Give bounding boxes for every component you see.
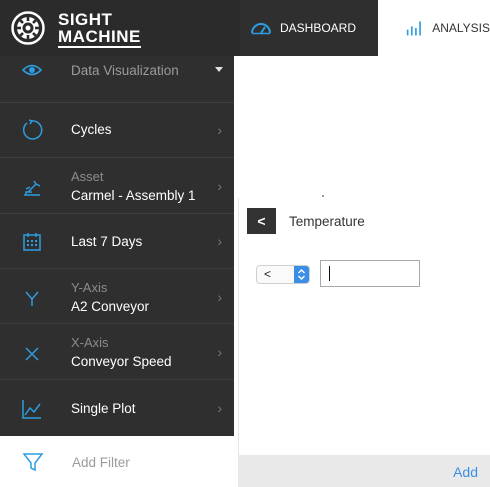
sidebar: Data Visualization Cycles › Asset Carmel… (0, 56, 234, 436)
add-filter-label: Add Filter (72, 455, 130, 470)
sidebar-item-sublabel: Y-Axis (71, 280, 108, 295)
eye-icon (21, 64, 43, 76)
cycle-icon (22, 119, 43, 140)
sidebar-item-label: Conveyor Speed (71, 354, 172, 369)
data-visualization-dropdown[interactable]: Data Visualization (0, 56, 234, 84)
app: SIGHT MACHINE DASHBOARD ANALYSIS Data Vi… (0, 0, 490, 487)
chevron-right-icon: › (217, 233, 222, 249)
sidebar-item-label: Cycles (71, 122, 112, 137)
y-axis-icon (25, 291, 39, 306)
chevron-right-icon: › (217, 178, 222, 194)
divider-dot (322, 195, 324, 197)
add-filter-button[interactable]: Add Filter (0, 436, 238, 487)
sidebar-item-y-axis[interactable]: Y-Axis A2 Conveyor › (0, 268, 234, 323)
select-stepper-icon (294, 266, 309, 283)
sidebar-item-label: Last 7 Days (71, 234, 143, 249)
sidebar-item-x-axis[interactable]: X-Axis Conveyor Speed › (0, 323, 234, 379)
bar-chart-icon (406, 21, 421, 36)
chevron-right-icon: › (217, 344, 222, 360)
top-bar: SIGHT MACHINE DASHBOARD ANALYSIS (0, 0, 490, 56)
chevron-down-icon (215, 67, 223, 72)
robot-arm-icon (24, 180, 41, 196)
chevron-right-icon: › (217, 122, 222, 138)
panel-title: Temperature (289, 214, 365, 229)
chevron-right-icon: › (217, 400, 222, 416)
sight-machine-logo-icon (11, 11, 45, 45)
funnel-icon (22, 453, 44, 472)
nav-analysis[interactable]: ANALYSIS (378, 0, 490, 56)
sidebar-item-plot-type[interactable]: Single Plot › (0, 379, 234, 436)
sidebar-item-sublabel: X-Axis (71, 335, 109, 350)
brand[interactable]: SIGHT MACHINE (0, 0, 240, 56)
data-visualization-label: Data Visualization (71, 63, 179, 78)
nav-analysis-label: ANALYSIS (432, 21, 490, 35)
panel-footer: Add (238, 455, 490, 487)
brand-line-1: SIGHT (58, 10, 113, 29)
sidebar-item-asset[interactable]: Asset Carmel - Assembly 1 › (0, 157, 234, 213)
filter-value-input[interactable] (320, 260, 420, 287)
brand-name: SIGHT MACHINE (58, 11, 141, 48)
sidebar-item-label: Single Plot (71, 401, 136, 416)
sidebar-item-label: A2 Conveyor (71, 299, 150, 314)
operator-select[interactable]: < (256, 265, 310, 284)
back-button[interactable]: < (247, 208, 276, 234)
calendar-icon (23, 233, 41, 251)
filter-panel: < Temperature < (238, 198, 490, 455)
text-cursor (329, 266, 330, 281)
operator-value: < (264, 267, 272, 281)
sidebar-item-cycles[interactable]: Cycles › (0, 102, 234, 157)
line-chart-icon (22, 400, 41, 419)
x-axis-icon (25, 347, 39, 361)
sidebar-item-date-range[interactable]: Last 7 Days › (0, 213, 234, 268)
brand-line-2: MACHINE (58, 27, 141, 48)
gauge-icon (251, 23, 271, 35)
nav-dashboard-label: DASHBOARD (280, 21, 357, 35)
sidebar-item-sublabel: Asset (71, 169, 104, 184)
nav-dashboard[interactable]: DASHBOARD (250, 0, 356, 56)
add-button[interactable]: Add (453, 464, 478, 480)
sidebar-item-label: Carmel - Assembly 1 (71, 188, 196, 203)
chevron-right-icon: › (217, 289, 222, 305)
